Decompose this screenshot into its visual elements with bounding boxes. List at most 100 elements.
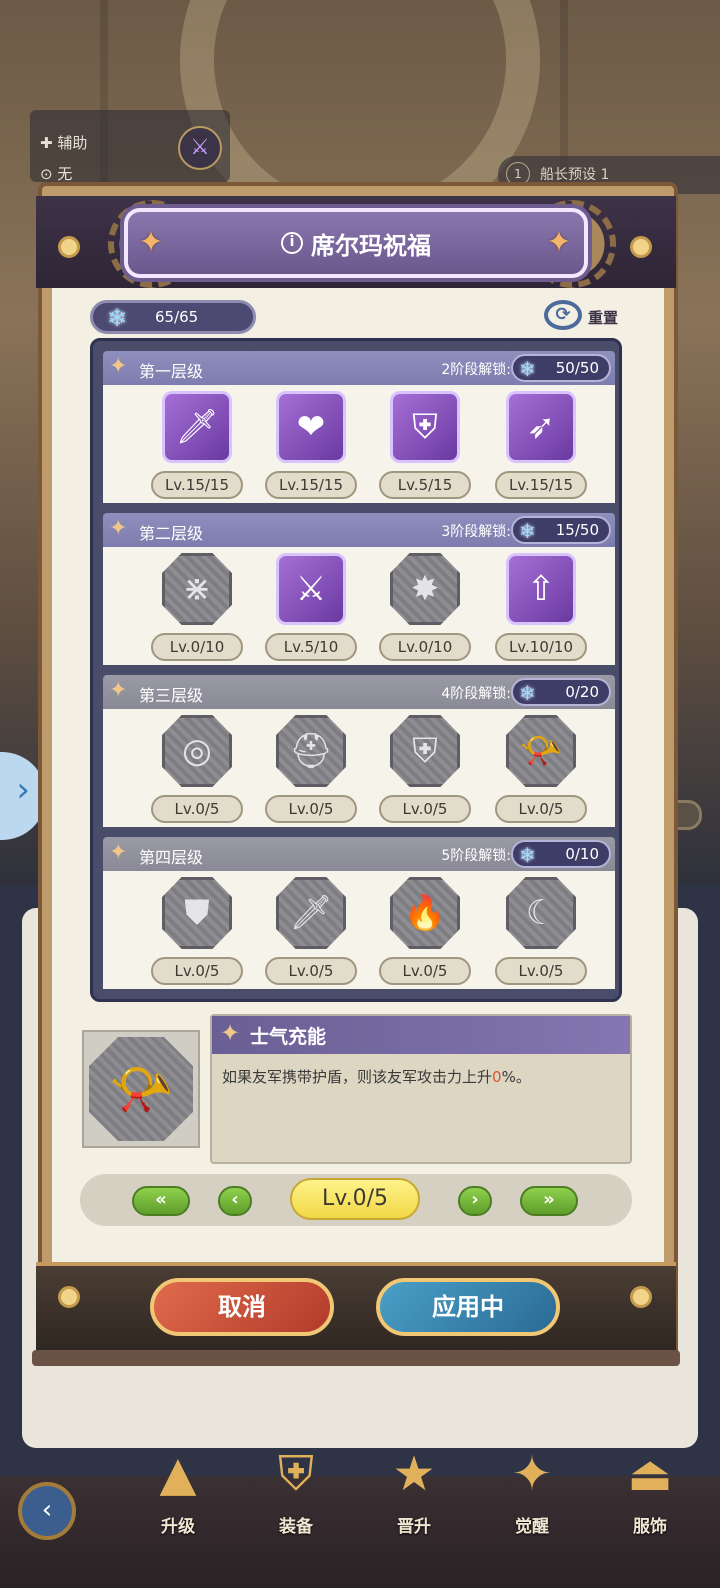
arrow-left-icon: ‹ bbox=[41, 1495, 53, 1525]
nav-item-2[interactable]: ★ 晋升 bbox=[364, 1444, 464, 1544]
snowflake-icon: ❄ bbox=[519, 681, 536, 705]
level-min-button[interactable]: « bbox=[132, 1186, 190, 1216]
skill-node[interactable]: ⚔ Lv.5/10 bbox=[265, 553, 357, 661]
skill-tier: ✦ 第四层级 5阶段解锁: ❄ 0/10 ⛊ Lv.0/5 🗡 Lv.0/5 🔥 Lv.0/5 ☾ Lv… bbox=[103, 837, 615, 989]
skill-level: Lv.0/5 bbox=[151, 957, 243, 985]
tier-unlock-value: 50/50 bbox=[555, 359, 599, 377]
tier-skills: ⛊ Lv.0/5 🗡 Lv.0/5 🔥 Lv.0/5 ☾ Lv.0/5 bbox=[103, 871, 615, 989]
nav-item-4[interactable]: ⏏ 服饰 bbox=[600, 1444, 700, 1544]
sparkle-sword-icon: 🗡 bbox=[162, 391, 232, 463]
level-prev-button[interactable]: ‹ bbox=[218, 1186, 252, 1216]
skill-node[interactable]: 📯 Lv.0/5 bbox=[495, 715, 587, 823]
skill-node[interactable]: ☾ Lv.0/5 bbox=[495, 877, 587, 985]
flame-icon: 🔥 bbox=[390, 877, 460, 949]
skill-node[interactable]: ⛑ Lv.0/5 bbox=[265, 715, 357, 823]
awaken-star-icon: ✦ bbox=[511, 1446, 553, 1502]
tier-name: 第四层级 bbox=[139, 848, 204, 867]
snowflake-icon: ❄ bbox=[107, 304, 128, 332]
nav-item-3[interactable]: ✦ 觉醒 bbox=[482, 1444, 582, 1544]
skill-level: Lv.0/5 bbox=[495, 795, 587, 823]
assist-label: 辅助 bbox=[57, 134, 88, 152]
crest-shield-icon: ⛨ bbox=[390, 391, 460, 463]
flying-sword-icon: ⚔ bbox=[276, 553, 346, 625]
corner-rivet bbox=[58, 236, 80, 258]
preset-label: 船长预设 1 bbox=[540, 167, 610, 183]
tier-skills: 🗡 Lv.15/15 ❤ Lv.15/15 ⛨ Lv.5/15 ➶ Lv.15/15 bbox=[103, 385, 615, 503]
dialog-title: 席尔玛祝福 bbox=[311, 231, 431, 260]
tier-unlock-progress: ❄ 0/20 bbox=[511, 678, 611, 706]
skill-node[interactable]: ⋇ Lv.0/10 bbox=[151, 553, 243, 661]
converge-arrows-icon: ⋇ bbox=[162, 553, 232, 625]
nav-item-0[interactable]: ▲ 升级 bbox=[128, 1444, 228, 1544]
skill-node[interactable]: ⇧ Lv.10/10 bbox=[495, 553, 587, 661]
tier-unlock-value: 0/10 bbox=[565, 845, 599, 863]
skill-node[interactable]: ➶ Lv.15/15 bbox=[495, 391, 587, 499]
burst-star-icon: ✸ bbox=[390, 553, 460, 625]
tier-unlock-label: 4阶段解锁: bbox=[441, 686, 511, 702]
tier-unlock-label: 5阶段解锁: bbox=[441, 848, 511, 864]
tier-unlock-value: 0/20 bbox=[565, 683, 599, 701]
reset-label: 重置 bbox=[588, 309, 619, 327]
compass-star-icon: ✦ bbox=[109, 354, 128, 379]
dagger-wave-icon: 🗡 bbox=[276, 877, 346, 949]
wind-shield-icon: ⛊ bbox=[162, 877, 232, 949]
compass-star-icon: ✦ bbox=[109, 678, 128, 703]
skill-node[interactable]: ⛨ Lv.0/5 bbox=[379, 715, 471, 823]
nav-label: 晋升 bbox=[397, 1517, 431, 1537]
heart-shield-icon: ❤ bbox=[276, 391, 346, 463]
nav-item-1[interactable]: ⛨ 装备 bbox=[246, 1444, 346, 1544]
dialog-base bbox=[32, 1350, 680, 1366]
level-next-button[interactable]: › bbox=[458, 1186, 492, 1216]
swirl-orb-icon: ◎ bbox=[162, 715, 232, 787]
skill-node[interactable]: ✸ Lv.0/10 bbox=[379, 553, 471, 661]
arrow-up-ring-icon: ⇧ bbox=[506, 553, 576, 625]
info-icon[interactable]: i bbox=[281, 232, 303, 254]
crescent-orbit-icon: ☾ bbox=[506, 877, 576, 949]
horn-axe-icon: 📯 bbox=[506, 715, 576, 787]
current-level-display: Lv.0/5 bbox=[290, 1178, 420, 1220]
skill-node[interactable]: ❤ Lv.15/15 bbox=[265, 391, 357, 499]
tier-list[interactable]: ✦ 第一层级 2阶段解锁: ❄ 50/50 🗡 Lv.15/15 ❤ Lv.15/15 ⛨ Lv.5… bbox=[90, 338, 622, 1002]
skill-level: Lv.0/5 bbox=[379, 957, 471, 985]
skill-level: Lv.0/5 bbox=[379, 795, 471, 823]
compass-star-icon: ✦ bbox=[109, 840, 128, 865]
level-max-button[interactable]: » bbox=[520, 1186, 578, 1216]
weapon-icon[interactable]: ⚔ bbox=[178, 126, 222, 170]
skill-tier: ✦ 第三层级 4阶段解锁: ❄ 0/20 ◎ Lv.0/5 ⛑ Lv.0/5 ⛨ Lv.0/5 📯 Lv… bbox=[103, 675, 615, 827]
compass-star-icon: ✦ bbox=[546, 225, 572, 260]
apply-button[interactable]: 应用中 bbox=[376, 1278, 560, 1336]
outfit-hanger-icon: ⏏ bbox=[627, 1446, 673, 1502]
skill-node[interactable]: 🗡 Lv.0/5 bbox=[265, 877, 357, 985]
skill-name: 士气充能 bbox=[250, 1026, 327, 1048]
compass-star-icon: ✦ bbox=[138, 225, 164, 260]
snowflake-icon: ❄ bbox=[519, 843, 536, 867]
tier-header: ✦ 第二层级 3阶段解锁: ❄ 15/50 bbox=[103, 513, 615, 547]
skill-detail-header: ✦ 士气充能 bbox=[212, 1016, 630, 1054]
none-label: 无 bbox=[57, 165, 73, 183]
reset-button[interactable]: ⟳ 重置 bbox=[544, 300, 634, 334]
points-value: 65/65 bbox=[155, 308, 199, 326]
skill-node[interactable]: ◎ Lv.0/5 bbox=[151, 715, 243, 823]
chevron-right-icon: › bbox=[16, 770, 30, 810]
reset-cycle-icon: ⟳ bbox=[544, 300, 582, 330]
tier-unlock-value: 15/50 bbox=[555, 521, 599, 539]
snowflake-icon: ❄ bbox=[519, 519, 536, 543]
snowflake-icon: ❄ bbox=[519, 357, 536, 381]
skill-node[interactable]: ⛊ Lv.0/5 bbox=[151, 877, 243, 985]
skill-level: Lv.0/5 bbox=[265, 795, 357, 823]
compass-star-icon: ✦ bbox=[109, 516, 128, 541]
promote-star-icon: ★ bbox=[392, 1446, 436, 1502]
skill-node[interactable]: ⛨ Lv.5/15 bbox=[379, 391, 471, 499]
skill-detail-panel: ✦ 士气充能 如果友军携带护盾，则该友军攻击力上升0%。 bbox=[210, 1014, 632, 1164]
cancel-button[interactable]: 取消 bbox=[150, 1278, 334, 1336]
selected-skill-icon-frame: 📯 bbox=[82, 1030, 200, 1148]
nav-label: 觉醒 bbox=[515, 1517, 549, 1537]
skill-level: Lv.0/5 bbox=[265, 957, 357, 985]
skill-node[interactable]: 🔥 Lv.0/5 bbox=[379, 877, 471, 985]
tier-unlock-label: 2阶段解锁: bbox=[441, 362, 511, 378]
skill-node[interactable]: 🗡 Lv.15/15 bbox=[151, 391, 243, 499]
level-stepper: « ‹ Lv.0/5 › » bbox=[80, 1174, 632, 1226]
skill-tier: ✦ 第二层级 3阶段解锁: ❄ 15/50 ⋇ Lv.0/10 ⚔ Lv.5/10 ✸ Lv.0/1… bbox=[103, 513, 615, 665]
back-button[interactable]: ‹ bbox=[18, 1482, 76, 1540]
tier-unlock-label: 3阶段解锁: bbox=[441, 524, 511, 540]
